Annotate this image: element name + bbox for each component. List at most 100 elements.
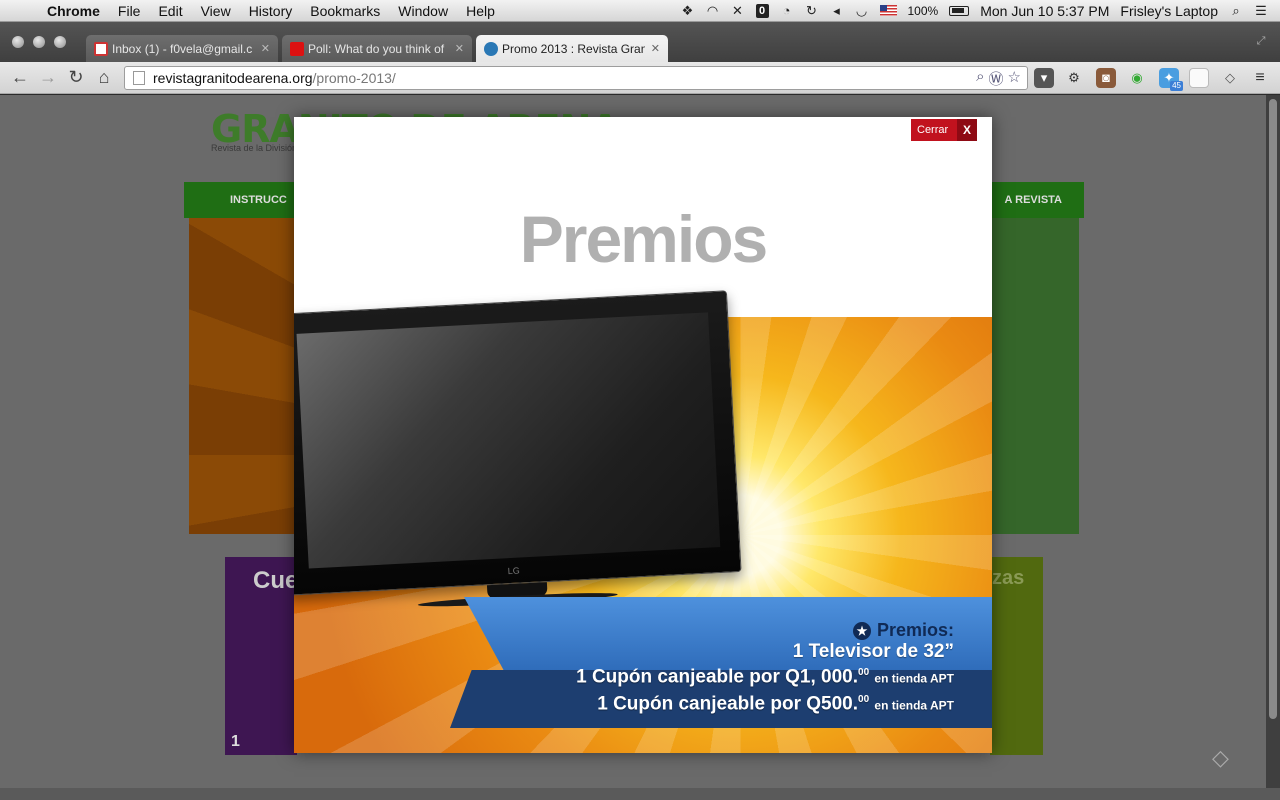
- gmail-icon: [94, 41, 108, 56]
- input-flag-icon[interactable]: [879, 5, 897, 16]
- tab-gmail[interactable]: Inbox (1) - f0vela@gmail.c ✕: [86, 35, 278, 62]
- prize-3-suffix: en tienda APT: [874, 698, 954, 713]
- twitter-icon[interactable]: ✦ 45: [1159, 68, 1183, 91]
- modal-title: Premios: [519, 202, 768, 276]
- background-card-right[interactable]: zas: [990, 557, 1043, 755]
- browser-toolbar: ← → ↻ ⌂ revistagranitodearena.org/promo-…: [0, 62, 1280, 94]
- bookmark-star-icon[interactable]: ☆: [1008, 68, 1021, 89]
- scrollbar-thumb[interactable]: [1269, 99, 1277, 719]
- star-icon: ★: [852, 621, 871, 640]
- prize-2-cents: 00: [858, 667, 870, 678]
- battery-percent: 100%: [907, 3, 939, 18]
- window-zoom-icon[interactable]: [54, 36, 66, 48]
- prize-item-3: 1 Cupón canjeable por Q500.00 en tienda …: [474, 689, 954, 716]
- close-icon: X: [957, 119, 977, 141]
- menu-view[interactable]: View: [192, 3, 240, 19]
- tv-frame: [294, 290, 742, 596]
- battery-icon[interactable]: [949, 5, 970, 16]
- tab-close-icon[interactable]: ✕: [455, 42, 464, 55]
- tab-label: Inbox (1) - f0vela@gmail.c: [112, 41, 253, 56]
- window-close-icon[interactable]: [12, 36, 24, 48]
- page-viewport: GRANITO DE ARENA Revista de la División …: [0, 95, 1266, 788]
- search-page-icon[interactable]: ⌕: [976, 68, 984, 89]
- modal-header: Premios: [294, 117, 992, 317]
- card-number: 1: [231, 733, 240, 750]
- back-arrow-icon[interactable]: ←: [6, 67, 34, 88]
- forward-arrow-icon[interactable]: →: [34, 67, 62, 88]
- color-picker-icon[interactable]: ◉: [1127, 68, 1147, 88]
- clock[interactable]: Mon Jun 10 5:37 PM: [980, 3, 1109, 19]
- prize-heading: ★ Premios:: [474, 620, 954, 641]
- prize-item-2: 1 Cupón canjeable por Q1, 000.00 en tien…: [474, 662, 954, 689]
- prize-list: ★ Premios: 1 Televisor de 32” 1 Cupón ca…: [474, 620, 954, 717]
- sync-icon[interactable]: ↻: [805, 3, 819, 18]
- menu-history[interactable]: History: [240, 3, 302, 19]
- url-host: revistagranitodearena.org: [153, 70, 313, 86]
- window-minimize-icon[interactable]: [33, 36, 45, 48]
- page-icon: [133, 71, 145, 85]
- dropbox-icon[interactable]: ❖: [681, 3, 695, 18]
- wordpress-ext-icon[interactable]: Ⓦ: [989, 68, 1004, 89]
- chrome-menu-icon[interactable]: ≡: [1250, 68, 1270, 88]
- status-tray: ❖ ◠ ✕ 0 ◔ ↻ ◂ ◡ 100% Mon Jun 10 5:37 PM …: [681, 3, 1280, 19]
- prize-2-text: 1 Cupón canjeable por Q1, 000.: [576, 666, 859, 688]
- prize-3-text: 1 Cupón canjeable por Q500.: [597, 693, 859, 715]
- tv-image: LG: [294, 290, 743, 613]
- address-bar[interactable]: revistagranitodearena.org/promo-2013/ ⌕ …: [124, 66, 1028, 90]
- spotlight-icon[interactable]: ⌕: [1229, 3, 1243, 18]
- reload-icon[interactable]: ↻: [62, 67, 90, 88]
- home-icon[interactable]: ⌂: [90, 67, 118, 88]
- page-scrollbar[interactable]: [1266, 95, 1280, 788]
- wifi-icon[interactable]: ◡: [855, 3, 869, 18]
- feedly-icon[interactable]: ◇: [1220, 68, 1240, 88]
- close-label: Cerrar: [917, 124, 949, 136]
- tab-strip: Inbox (1) - f0vela@gmail.c ✕ Poll: What …: [0, 22, 1280, 76]
- close-modal-button[interactable]: Cerrar X: [911, 119, 977, 141]
- tv-screen: [296, 312, 721, 569]
- banner-green-panel: [987, 218, 1079, 534]
- twitter-badge: 45: [1170, 81, 1183, 91]
- headphones-icon[interactable]: ◠: [706, 3, 720, 18]
- menu-help[interactable]: Help: [457, 3, 504, 19]
- tab-time-poll[interactable]: Poll: What do you think of ✕: [282, 35, 472, 62]
- prize-3-cents: 00: [858, 694, 870, 706]
- prize-2-suffix: en tienda APT: [874, 671, 954, 686]
- growl-icon[interactable]: ✕: [731, 3, 745, 18]
- window-bottom-edge: [0, 788, 1280, 800]
- tab-promo-2013[interactable]: Promo 2013 : Revista Gran ✕: [476, 35, 668, 62]
- premios-modal: Premios LG ★ Premios: 1 Televisor de 32”: [294, 117, 992, 753]
- user-name[interactable]: Frisley's Laptop: [1120, 3, 1218, 19]
- notification-center-icon[interactable]: ☰: [1254, 3, 1268, 18]
- fullscreen-icon[interactable]: ⤢: [1254, 34, 1268, 48]
- menu-app-name[interactable]: Chrome: [38, 3, 109, 19]
- tab-close-icon[interactable]: ✕: [651, 42, 660, 55]
- menu-file[interactable]: File: [109, 3, 150, 19]
- blank-ext-icon[interactable]: [1189, 68, 1209, 88]
- nav-item-instrucciones[interactable]: INSTRUCC: [230, 194, 287, 206]
- card-heading: Cue: [253, 567, 299, 594]
- wordpress-icon: [484, 41, 498, 56]
- feedly-float-icon[interactable]: ◇: [1212, 745, 1229, 771]
- nav-item-revista[interactable]: A REVISTA: [1005, 194, 1062, 206]
- notification-box-icon[interactable]: 0: [755, 3, 769, 18]
- menu-window[interactable]: Window: [389, 3, 457, 19]
- background-card-left[interactable]: Cue 1: [225, 557, 299, 755]
- volume-icon[interactable]: ◂: [830, 3, 844, 18]
- tab-label: Poll: What do you think of: [308, 41, 445, 56]
- instagram-icon[interactable]: ◙: [1096, 68, 1116, 88]
- omnibox-actions: ⌕ Ⓦ ☆: [976, 68, 1027, 89]
- prize-item-1: 1 Televisor de 32”: [474, 641, 954, 662]
- menu-bar: Chrome File Edit View History Bookmarks …: [0, 0, 1280, 22]
- timemachine-icon[interactable]: ◔: [780, 3, 794, 18]
- prize-heading-text: Premios:: [876, 620, 954, 640]
- site-tagline: Revista de la División: [211, 143, 298, 153]
- url-path: /promo-2013/: [312, 70, 396, 86]
- gear-icon[interactable]: ⚙: [1064, 68, 1084, 88]
- tab-label: Promo 2013 : Revista Gran: [502, 41, 645, 56]
- card-heading: zas: [992, 567, 1025, 589]
- tab-close-icon[interactable]: ✕: [261, 42, 270, 55]
- menu-bookmarks[interactable]: Bookmarks: [301, 3, 389, 19]
- prize-1-text: 1 Televisor de 32”: [792, 641, 954, 662]
- pocket-icon[interactable]: ▾: [1034, 68, 1054, 88]
- menu-edit[interactable]: Edit: [149, 3, 191, 19]
